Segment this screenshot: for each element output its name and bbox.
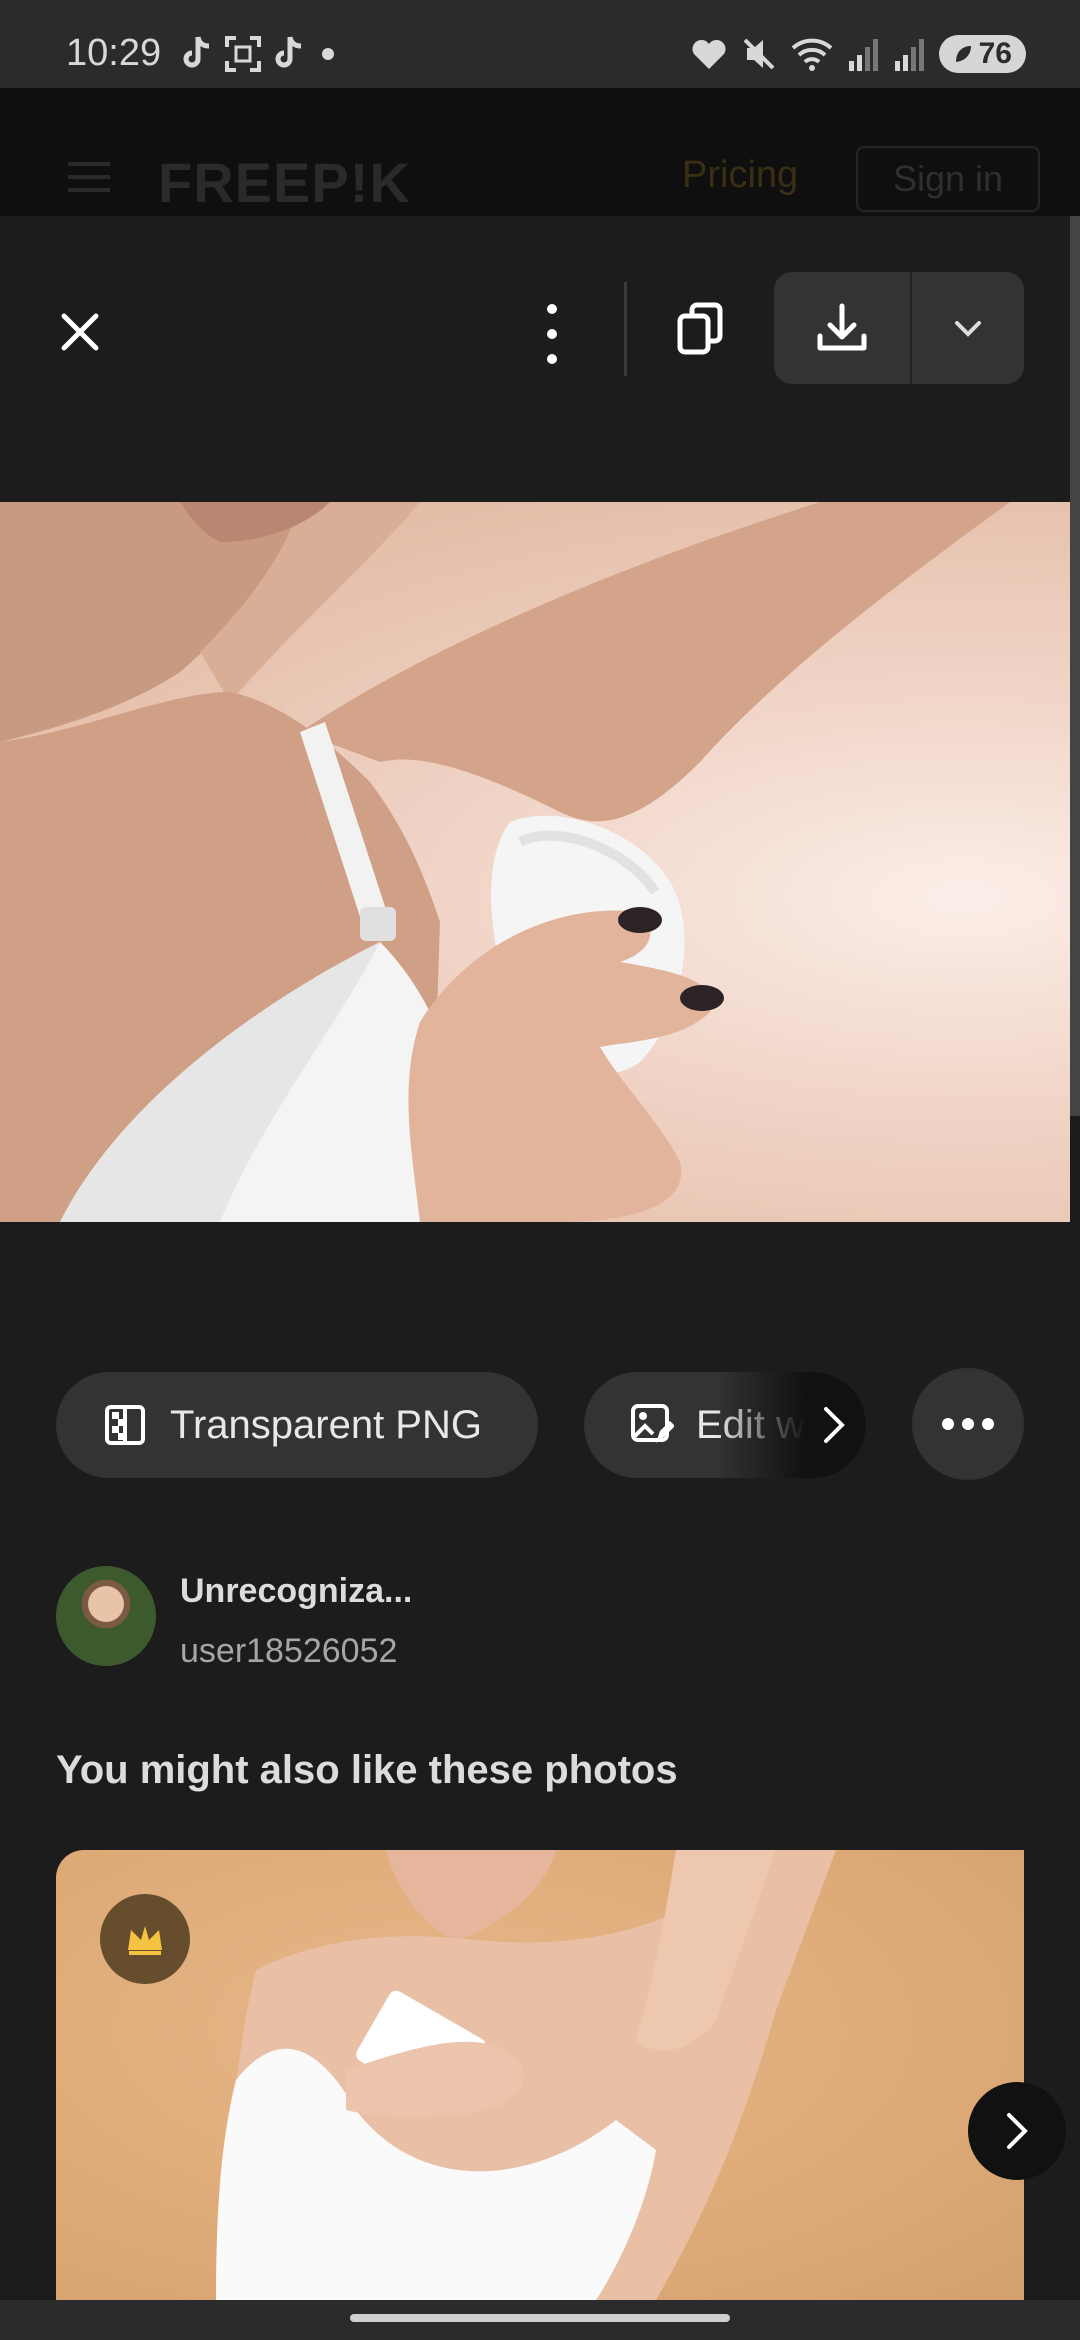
status-right-icons: 76 (691, 32, 1026, 76)
author-name[interactable]: Unrecogniza... (180, 1572, 412, 1611)
dot (942, 1418, 954, 1430)
related-section-title: You might also like these photos (56, 1748, 678, 1792)
status-time: 10:29 (66, 32, 162, 74)
close-icon[interactable] (52, 304, 108, 360)
freepik-logo: FREEP!K (158, 151, 411, 214)
transparent-png-button[interactable]: Transparent PNG (56, 1372, 538, 1478)
copy-icon[interactable] (674, 300, 730, 364)
tiktok-icon (275, 36, 302, 68)
wifi-icon (791, 38, 832, 71)
heart-icon (692, 39, 726, 69)
author-username[interactable]: user18526052 (180, 1632, 397, 1671)
background-site-header: FREEP!K Pricing Sign in (0, 88, 1080, 216)
download-button[interactable] (774, 272, 910, 384)
home-gesture-handle[interactable] (350, 2314, 730, 2322)
main-photo (0, 502, 1070, 1222)
download-button-group (774, 272, 1024, 384)
main-photo-illustration (0, 502, 1010, 1222)
battery-level: 76 (978, 37, 1012, 70)
status-bar: 10:29 76 (0, 0, 1080, 88)
mute-icon (743, 38, 775, 70)
premium-badge (100, 1894, 190, 1984)
edit-with-button[interactable]: Edit w (584, 1372, 866, 1478)
scan-icon (225, 36, 261, 72)
download-icon (817, 303, 867, 351)
dot (962, 1418, 974, 1430)
kebab-menu-icon[interactable] (540, 304, 564, 364)
transparent-png-label: Transparent PNG (170, 1402, 482, 1447)
transparent-background-icon (105, 1405, 145, 1445)
related-photo-card[interactable] (56, 1850, 1024, 2300)
crown-icon (128, 1926, 162, 1955)
more-actions-button[interactable] (912, 1368, 1024, 1480)
status-left-icons (180, 32, 340, 76)
image-edit-icon (631, 1404, 674, 1443)
scrollbar[interactable] (1070, 216, 1080, 1116)
download-options-button[interactable] (912, 272, 1024, 384)
modal-toolbar (0, 216, 1070, 506)
dot (982, 1418, 994, 1430)
battery-leaf-icon (955, 46, 971, 62)
toolbar-divider (624, 282, 627, 376)
signal-icon (848, 39, 878, 71)
sign-in-button: Sign in (856, 146, 1040, 212)
battery-indicator: 76 (938, 35, 1026, 73)
dot-icon (322, 48, 334, 60)
author-avatar[interactable] (56, 1566, 156, 1666)
chevron-right-icon (1007, 2113, 1028, 2149)
scroll-actions-right-icon[interactable] (806, 1372, 862, 1478)
signal-icon (894, 39, 924, 71)
chevron-down-icon (955, 321, 981, 337)
related-photo-illustration (216, 1850, 836, 2300)
hamburger-menu-icon (68, 162, 110, 192)
next-photo-button[interactable] (968, 2082, 1066, 2180)
tiktok-icon (183, 36, 210, 68)
pricing-link: Pricing (682, 154, 799, 196)
